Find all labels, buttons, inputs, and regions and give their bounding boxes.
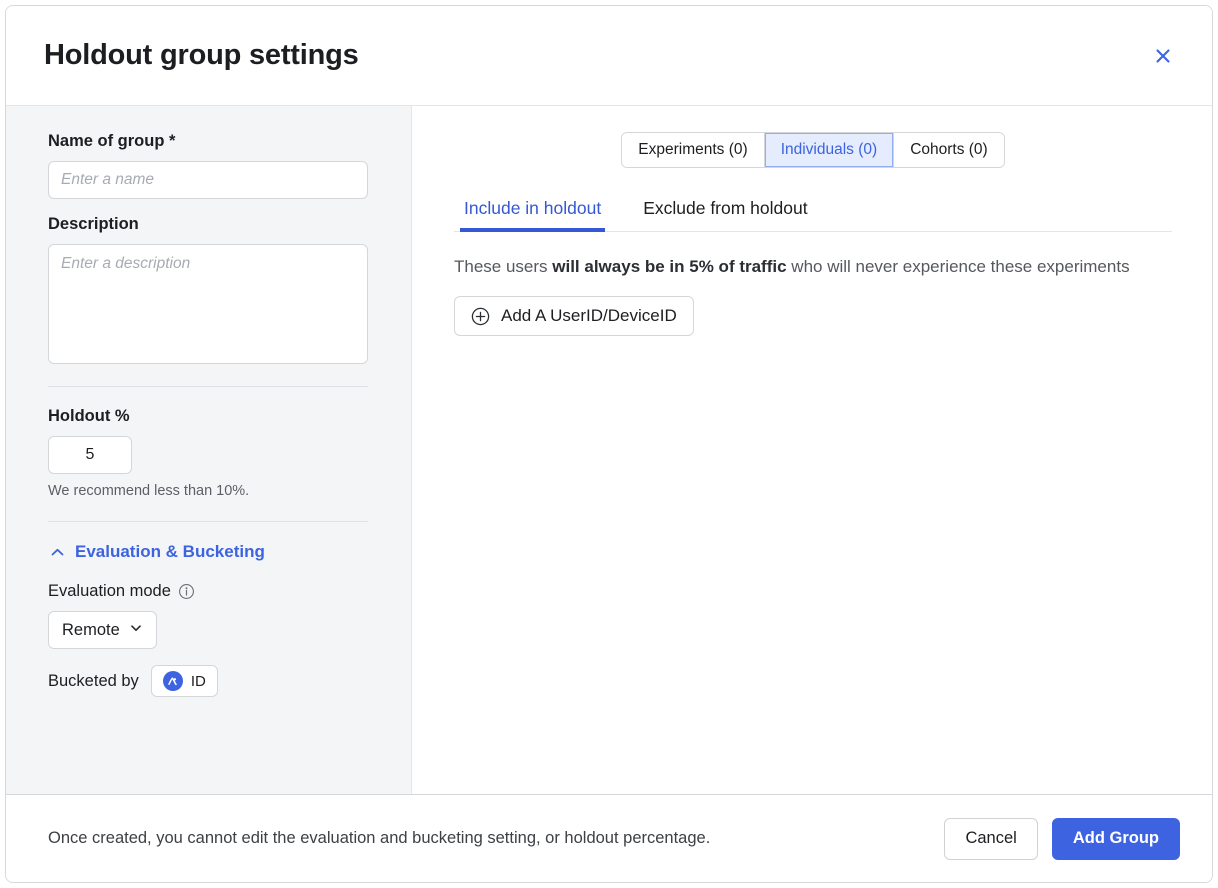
holdout-description: These users will always be in 5% of traf… bbox=[454, 254, 1144, 280]
holdout-percent-hint: We recommend less than 10%. bbox=[48, 483, 369, 499]
info-icon[interactable] bbox=[178, 583, 195, 600]
evaluation-mode-value: Remote bbox=[62, 621, 120, 640]
description-label: Description bbox=[48, 215, 369, 234]
close-icon bbox=[1153, 46, 1173, 66]
evaluation-bucketing-label: Evaluation & Bucketing bbox=[75, 542, 265, 562]
page-title: Holdout group settings bbox=[44, 39, 1146, 72]
bucketed-by-value: ID bbox=[191, 673, 206, 690]
description-suffix: who will never experience these experime… bbox=[787, 257, 1130, 276]
evaluation-mode-label: Evaluation mode bbox=[48, 582, 171, 601]
add-user-id-label: Add A UserID/DeviceID bbox=[501, 306, 677, 326]
plus-circle-icon bbox=[471, 307, 490, 326]
settings-sidebar: Name of group * Description Holdout % We… bbox=[6, 106, 412, 794]
name-of-group-input[interactable] bbox=[48, 161, 368, 199]
chevron-down-icon bbox=[129, 621, 143, 640]
member-type-segmented-control: Experiments (0) Individuals (0) Cohorts … bbox=[454, 132, 1172, 168]
cancel-button[interactable]: Cancel bbox=[944, 818, 1037, 860]
evaluation-mode-row: Evaluation mode bbox=[48, 582, 369, 601]
dialog-footer: Once created, you cannot edit the evalua… bbox=[6, 794, 1212, 882]
description-bold: will always be in 5% of traffic bbox=[552, 257, 786, 276]
chevron-up-icon bbox=[50, 545, 65, 560]
holdout-percent-input[interactable] bbox=[48, 436, 132, 474]
evaluation-mode-select[interactable]: Remote bbox=[48, 611, 157, 649]
dialog-body: Name of group * Description Holdout % We… bbox=[6, 106, 1212, 794]
description-prefix: These users bbox=[454, 257, 552, 276]
user-id-badge-icon bbox=[163, 671, 183, 691]
segment-experiments[interactable]: Experiments (0) bbox=[622, 133, 764, 167]
evaluation-bucketing-toggle[interactable]: Evaluation & Bucketing bbox=[50, 542, 369, 562]
add-user-id-button[interactable]: Add A UserID/DeviceID bbox=[454, 296, 694, 336]
name-of-group-label: Name of group * bbox=[48, 132, 369, 151]
sidebar-divider-1 bbox=[48, 386, 368, 387]
tab-include-in-holdout[interactable]: Include in holdout bbox=[460, 194, 605, 231]
segment-individuals[interactable]: Individuals (0) bbox=[765, 133, 895, 167]
footer-note: Once created, you cannot edit the evalua… bbox=[48, 829, 930, 848]
bucketed-by-chip: ID bbox=[151, 665, 218, 697]
holdout-members-panel: Experiments (0) Individuals (0) Cohorts … bbox=[412, 106, 1212, 794]
add-group-button[interactable]: Add Group bbox=[1052, 818, 1180, 860]
bucketed-by-label: Bucketed by bbox=[48, 672, 139, 691]
close-button[interactable] bbox=[1146, 39, 1180, 73]
holdout-percent-label: Holdout % bbox=[48, 407, 369, 426]
sidebar-divider-2 bbox=[48, 521, 368, 522]
holdout-subtabs: Include in holdout Exclude from holdout bbox=[454, 194, 1172, 232]
holdout-group-settings-dialog: Holdout group settings Name of group * D… bbox=[5, 5, 1213, 883]
dialog-header: Holdout group settings bbox=[6, 6, 1212, 106]
tab-exclude-from-holdout[interactable]: Exclude from holdout bbox=[639, 194, 811, 231]
bucketed-by-row: Bucketed by ID bbox=[48, 665, 369, 697]
segment-cohorts[interactable]: Cohorts (0) bbox=[894, 133, 1004, 167]
description-input[interactable] bbox=[48, 244, 368, 364]
